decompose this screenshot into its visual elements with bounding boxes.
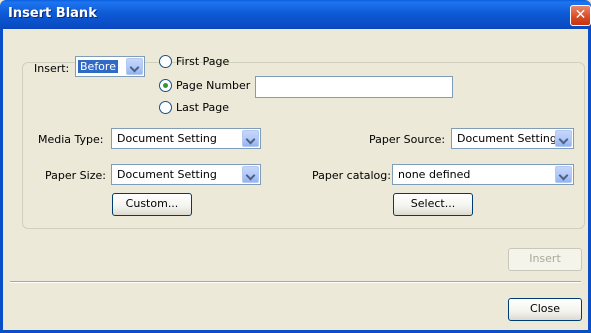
paper-source-label: Paper Source:	[369, 133, 446, 146]
paper-source-value: Document Setting	[457, 132, 557, 145]
select-button[interactable]: Select...	[393, 193, 473, 216]
paper-size-label: Paper Size:	[45, 169, 106, 182]
insert-position-select[interactable]: Before	[75, 56, 145, 77]
paper-source-select[interactable]: Document Setting	[451, 128, 574, 149]
radio-last-page-label: Last Page	[176, 101, 230, 114]
close-icon[interactable]: ✕	[570, 5, 591, 26]
radio-first-page-label: First Page	[176, 55, 230, 68]
media-type-select[interactable]: Document Setting	[111, 128, 261, 149]
custom-button[interactable]: Custom...	[112, 193, 192, 216]
window-title: Insert Blank	[8, 6, 97, 21]
media-type-value: Document Setting	[117, 132, 217, 145]
radio-last-page[interactable]	[159, 101, 172, 114]
chevron-down-icon[interactable]	[555, 130, 572, 147]
chevron-down-icon[interactable]	[126, 58, 143, 75]
paper-catalog-value: none defined	[398, 168, 471, 181]
chevron-down-icon[interactable]	[555, 166, 572, 183]
paper-size-value: Document Setting	[117, 168, 217, 181]
close-button[interactable]: Close	[508, 298, 582, 321]
paper-catalog-select[interactable]: none defined	[392, 164, 574, 185]
radio-page-number-label: Page Number	[176, 79, 251, 92]
page-number-input[interactable]	[255, 76, 453, 98]
insert-position-value: Before	[78, 60, 118, 73]
divider	[10, 281, 581, 283]
insert-label: Insert:	[34, 62, 70, 75]
insert-button[interactable]: Insert	[508, 248, 582, 271]
title-bar: Insert Blank ✕	[0, 0, 591, 29]
paper-catalog-label: Paper catalog:	[312, 169, 391, 182]
radio-page-number[interactable]	[159, 79, 172, 92]
media-type-label: Media Type:	[38, 133, 104, 146]
chevron-down-icon[interactable]	[242, 166, 259, 183]
chevron-down-icon[interactable]	[242, 130, 259, 147]
radio-first-page[interactable]	[159, 55, 172, 68]
paper-size-select[interactable]: Document Setting	[111, 164, 261, 185]
